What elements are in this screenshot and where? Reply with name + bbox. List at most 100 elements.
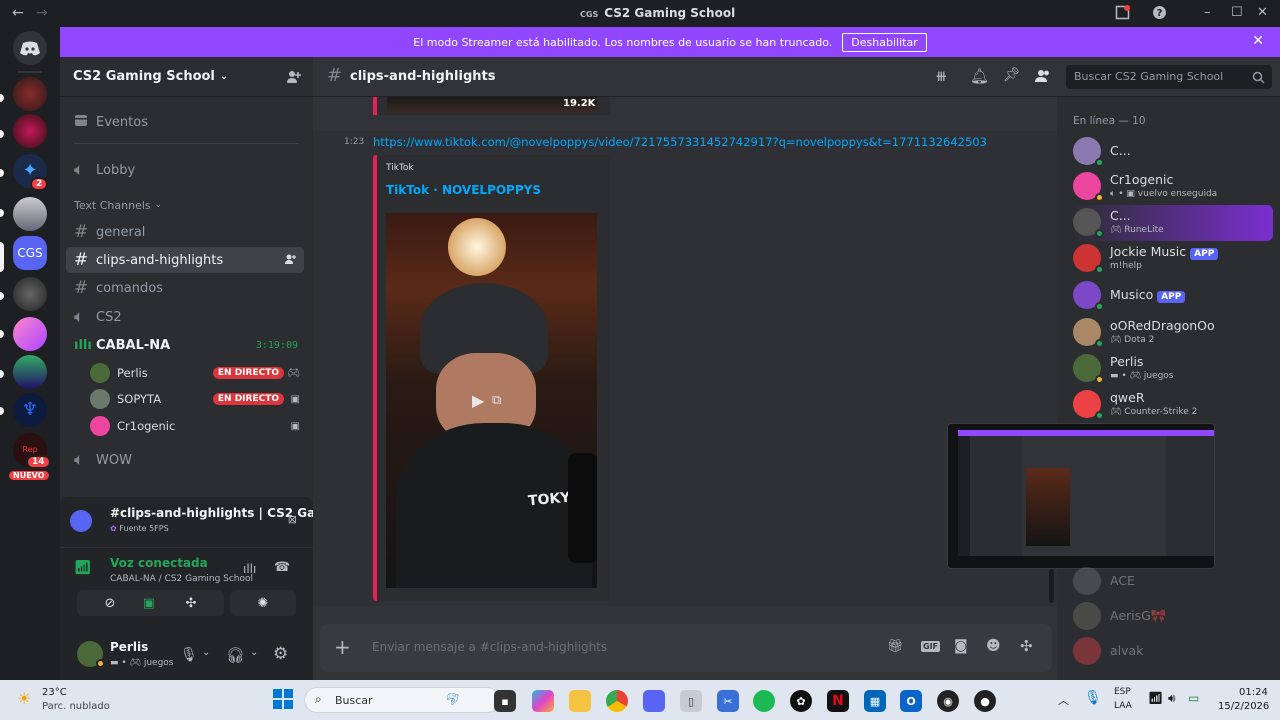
play-icon[interactable]: ▶ [472, 391, 484, 410]
inbox-icon[interactable] [1115, 5, 1130, 24]
bell-icon[interactable]: 🔔︎ [970, 67, 989, 85]
member-item[interactable]: C... [1071, 134, 1271, 170]
member-item[interactable]: oORedDragonOo 🎮︎ Dota 2 [1071, 315, 1271, 351]
member-item-offline[interactable]: ACE [1071, 564, 1271, 600]
category-text-channels[interactable]: Text Channels ⌄ [66, 195, 304, 215]
volume-icon[interactable]: 🔊︎ [1168, 691, 1176, 706]
voice-user[interactable]: SOPYTA EN DIRECTO ▣ [90, 387, 304, 411]
voice-location[interactable]: CABAL-NA / CS2 Gaming School [110, 574, 253, 584]
copilot-icon[interactable] [532, 690, 554, 712]
screen-share-preview[interactable] [947, 423, 1215, 569]
discord-home-icon[interactable] [13, 31, 47, 65]
microphone-icon[interactable]: 🎙︎ [180, 647, 198, 663]
disconnect-icon[interactable]: ☎︎ [274, 560, 290, 575]
message-link[interactable]: https://www.tiktok.com/@novelpoppys/vide… [373, 135, 987, 149]
username[interactable]: Perlis [110, 640, 148, 654]
apps-icon[interactable]: ✣ [1020, 637, 1033, 655]
file-explorer-icon[interactable] [569, 690, 591, 712]
maximize-icon[interactable]: ☐ [1231, 5, 1243, 20]
voice-channel-cs2[interactable]: 🔈︎ CS2 [66, 304, 304, 330]
activities-button[interactable]: ✣ [158, 590, 224, 616]
temperature[interactable]: 23°C [42, 687, 67, 698]
member-item[interactable]: Musico APP [1071, 278, 1271, 314]
wifi-icon[interactable]: 📶︎ [1148, 691, 1163, 705]
member-list-icon[interactable] [1035, 68, 1051, 87]
server-icon[interactable] [13, 355, 47, 389]
voice-channel-wow[interactable]: 🔈︎ WOW [66, 447, 304, 473]
netflix-icon[interactable]: N [827, 690, 849, 712]
clock-date[interactable]: 15/2/2026 [1218, 701, 1269, 712]
help-icon[interactable]: ? [1152, 5, 1167, 24]
member-item[interactable]: Perlis ▬ • 🎮︎ juegos [1071, 351, 1271, 387]
close-window-icon[interactable]: ✕ [1257, 5, 1268, 20]
channel-clips-and-highlights[interactable]: # clips-and-highlights [66, 247, 304, 273]
spotify-icon[interactable] [753, 690, 775, 712]
server-header[interactable]: CS2 Gaming School ⌄ [60, 57, 313, 97]
soundboard-button[interactable]: ✺ [230, 590, 296, 616]
minimize-icon[interactable]: – [1204, 5, 1211, 20]
voice-status[interactable]: Voz conectada [110, 556, 208, 570]
open-external-icon[interactable]: ⧉ [492, 393, 501, 408]
attach-plus-icon[interactable]: + [334, 635, 351, 659]
outlook-icon[interactable]: O [900, 690, 922, 712]
stop-stream-icon[interactable]: ⊠ [288, 513, 297, 526]
emoji-icon[interactable]: ☻ [986, 638, 1001, 654]
channel-comandos[interactable]: # comandos [66, 275, 304, 301]
voice-channel-lobby[interactable]: 🔈︎ Lobby [66, 157, 304, 183]
member-item-offline[interactable]: alvak [1071, 634, 1271, 670]
headphones-icon[interactable]: 🎧︎ [226, 646, 245, 664]
taskbar-app-icon[interactable]: ▯ [680, 690, 702, 712]
active-server-icon[interactable]: CGS [13, 236, 47, 270]
threads-icon[interactable]: ⧻ [935, 67, 948, 85]
clock-time[interactable]: 01:24 [1239, 687, 1268, 698]
pin-icon[interactable]: 📌︎ [1003, 67, 1021, 83]
video-thumbnail[interactable]: TOKYO ▶ ⧉ [386, 213, 597, 588]
member-item[interactable]: Jockie Music APP m!help [1071, 241, 1271, 277]
language[interactable]: ESP [1114, 687, 1131, 697]
disable-streamer-button[interactable]: Deshabilitar [842, 32, 927, 52]
weather-sun-icon[interactable]: ☀ [17, 689, 31, 708]
settings-gear-icon[interactable]: ⚙︎ [273, 644, 288, 664]
chatgpt-icon[interactable]: ✿ [790, 690, 812, 712]
mic-tray-icon[interactable]: 🎙︎ [1084, 690, 1102, 706]
gift-icon[interactable]: 🎁︎ [887, 639, 904, 654]
gif-icon[interactable]: GIF [921, 641, 941, 652]
voice-user[interactable]: Perlis EN DIRECTO 🎮︎ [90, 361, 304, 385]
events-item[interactable]: Eventos [66, 109, 304, 135]
forward-arrow-icon[interactable]: → [36, 5, 48, 21]
windows-start-icon[interactable] [273, 689, 293, 712]
add-member-icon[interactable] [286, 69, 301, 88]
server-icon[interactable] [13, 197, 47, 231]
scrollbar-thumb[interactable] [1049, 569, 1054, 603]
discord-taskbar-icon[interactable] [643, 690, 665, 712]
server-icon[interactable] [13, 277, 47, 311]
member-item-offline[interactable]: AerisG🎀 [1071, 599, 1271, 635]
taskbar-app-icon[interactable]: ● [974, 690, 996, 712]
noise-suppression-icon[interactable]: ıllı [243, 562, 256, 576]
obs-icon[interactable]: ◉ [937, 690, 959, 712]
voice-channel-cabal-na[interactable]: ıllı CABAL-NA 3:19:09 [66, 332, 304, 358]
invite-icon[interactable] [284, 253, 296, 269]
close-banner-icon[interactable]: ✕ [1252, 33, 1264, 49]
voice-user[interactable]: Cr1ogenic ▣ [90, 414, 304, 438]
sticker-icon[interactable]: ◙ [954, 638, 968, 654]
chevron-down-icon[interactable]: ⌄ [202, 647, 210, 658]
server-icon[interactable] [13, 114, 47, 148]
embed-title[interactable]: TikTok · NOVELPOPPYS [386, 183, 541, 197]
server-icon[interactable] [13, 317, 47, 351]
server-icon[interactable] [13, 77, 47, 111]
chrome-icon[interactable] [606, 690, 628, 712]
tray-chevron-icon[interactable]: ︿ [1058, 692, 1069, 708]
server-icon[interactable]: ♆ [13, 393, 47, 427]
chevron-down-icon[interactable]: ⌄ [250, 647, 258, 658]
taskbar-search[interactable]: ⌕ Buscar 🐬︎ [304, 687, 500, 713]
snipping-tool-icon[interactable]: ✂ [717, 690, 739, 712]
search-box[interactable]: Buscar CS2 Gaming School [1066, 65, 1272, 89]
store-icon[interactable]: ▦ [864, 690, 886, 712]
member-item[interactable]: qweR 🎮︎ Counter-Strike 2 [1071, 387, 1271, 423]
channel-general[interactable]: # general [66, 219, 304, 245]
keyboard-layout[interactable]: LAA [1114, 701, 1132, 711]
battery-icon[interactable]: ▭ [1188, 691, 1199, 705]
member-item[interactable]: C... 🎮︎ RuneLite [1071, 205, 1273, 241]
member-item[interactable]: Cr1ogenic 🔈︎ • ▣ vuelvo enseguida [1071, 169, 1271, 205]
